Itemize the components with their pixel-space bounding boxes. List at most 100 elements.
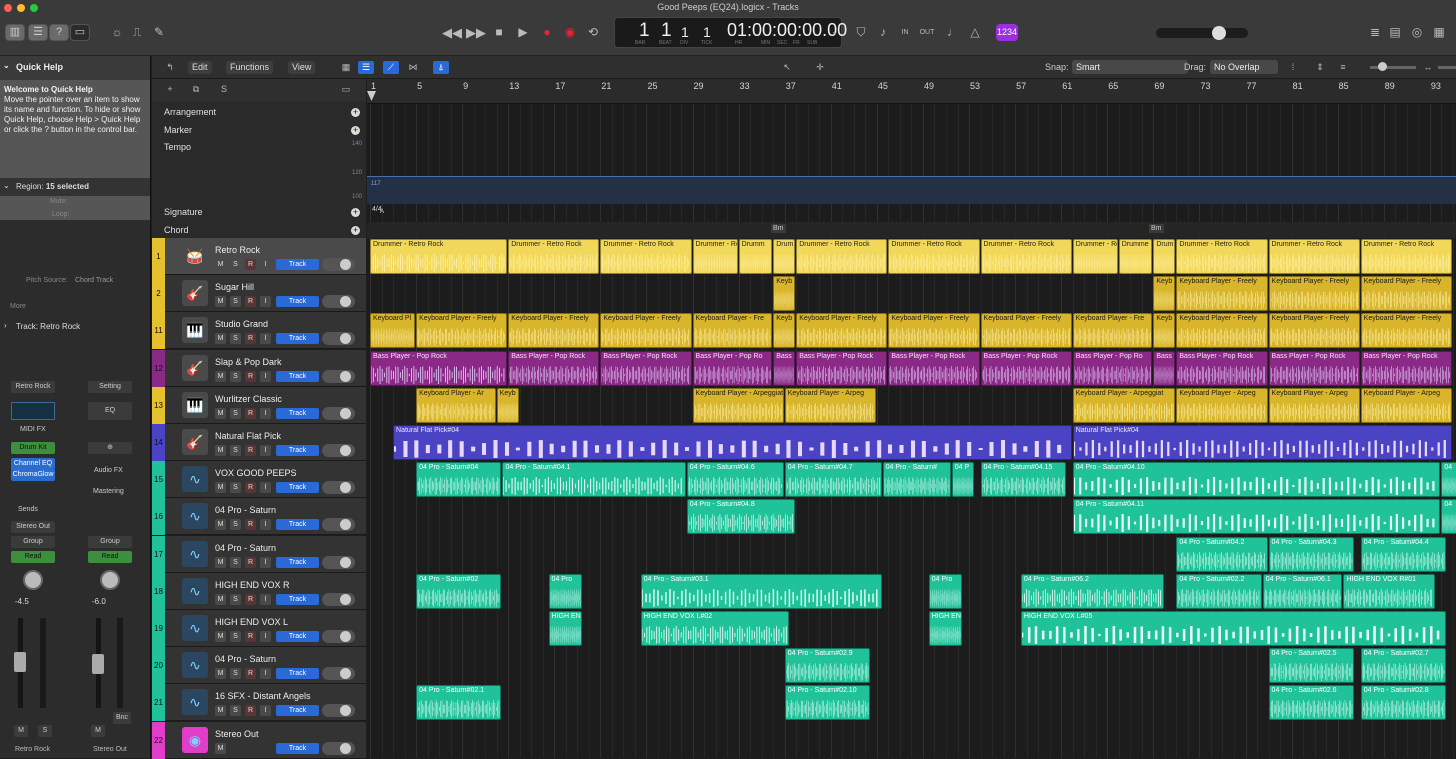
track-name[interactable]: HIGH END VOX L [215,617,288,627]
inspector-button[interactable]: ☰ [28,24,48,41]
region[interactable]: Drummer - Retro Rock [1176,239,1268,274]
record-enable-button[interactable]: R [245,407,256,419]
region[interactable]: Keyboard Player - Freely [980,313,1072,349]
more-label[interactable]: More [10,303,26,310]
tuner-button[interactable]: ♪ [874,24,892,41]
duplicate-track-icon[interactable]: ⧉ [188,83,204,96]
back-arrow-icon[interactable]: ↰ [162,61,178,74]
solo-button[interactable]: S [230,296,241,308]
pan-knob[interactable] [23,570,43,590]
track-zoom-icon[interactable]: ≡ [1335,61,1351,74]
waveform-zoom-icon[interactable]: ⁞ [1285,61,1301,74]
region[interactable]: Drummer - Retro Rock [1360,239,1452,274]
region[interactable]: Bass Player - Pop Rock [1268,350,1360,386]
mute-button[interactable]: M [215,742,226,754]
region[interactable]: Keyboard Pl [370,313,416,349]
bar-ruler[interactable]: 1 5 9 13 17 21 25 29 33 37 41 45 49 53 57 61 65 69 73 77 81 8… [367,79,1456,104]
low-latency-button[interactable]: △ [966,24,984,41]
snap-dropdown[interactable]: Smart [1072,60,1188,74]
link-icon[interactable]: ⊕ [88,442,132,454]
track-name[interactable]: Sugar Hill [215,282,254,292]
input-monitor-button[interactable]: I [260,370,271,382]
mute-button[interactable]: M [215,370,226,382]
solo-region-icon[interactable]: S [216,83,232,96]
mastering-label[interactable]: Mastering [93,488,124,495]
drag-dropdown[interactable]: No Overlap [1210,60,1278,74]
pan-value[interactable]: -4.5 [15,597,29,606]
marker-track-header[interactable]: Marker + [152,125,366,135]
loop-checkbox[interactable] [76,212,83,219]
track-mode-button[interactable]: Track [276,519,319,531]
track-header-row[interactable]: 11 🎹 Studio Grand M S R I Track [152,312,366,350]
region[interactable]: Keyboard Player - Arpeggiat [692,387,784,423]
record-enable-button[interactable]: R [245,556,256,568]
vertical-zoom-knob[interactable] [1378,62,1387,71]
plugin-slot-chromaglow[interactable]: ChromaGlow [11,469,55,481]
key-signature-badge[interactable]: 1234 [996,24,1018,41]
track-mode-button[interactable]: Track [276,445,319,456]
region[interactable]: 04 Pro - Saturn#02.1 [416,685,502,721]
region[interactable]: 04 Pro - Saturn#04.7 [784,462,882,498]
stop-button[interactable]: ■ [490,24,508,41]
output-slot[interactable]: Stereo Out [11,521,55,533]
region[interactable]: 04 Pro - Saturn#02 [416,573,502,609]
catch-icon[interactable]: ⍋ [433,61,449,74]
play-button[interactable]: ▶ [514,24,532,41]
region[interactable]: Bass Player - Pop Rock [600,350,692,386]
region[interactable]: Natural Flat Pick#04 [393,425,1072,460]
flex-icon[interactable]: ⋈ [405,61,421,74]
cycle-button[interactable]: ⟲ [584,24,602,41]
fast-forward-button[interactable]: ▶▶ [466,24,486,41]
region[interactable]: HIGH EN [928,611,963,646]
input-monitor-button[interactable]: I [260,519,271,531]
region[interactable]: Bass Player - Pop Ro [692,350,773,386]
region[interactable]: Keyboard Player - Freely [600,313,692,349]
audio-fx-label[interactable]: Audio FX [94,467,123,474]
track-name[interactable]: 04 Pro - Saturn [215,654,276,664]
input-monitor-button[interactable]: I [260,593,271,605]
track-on-toggle[interactable] [322,332,355,346]
region[interactable]: Keyboard Player - Freely [416,313,508,349]
track-on-toggle[interactable] [322,555,355,569]
vertical-zoom-slider[interactable] [1370,66,1416,69]
capture-record-button[interactable]: ◉ [561,24,579,41]
region[interactable]: 04 Pro - Saturn#02.7 [1360,648,1447,684]
region[interactable]: 04 Pro [548,573,583,609]
track-mode-button[interactable]: Track [276,482,319,494]
region[interactable]: 04 Pro - Saturn# [882,462,951,498]
solo-button[interactable]: S [230,593,241,605]
region[interactable]: Drumme [1118,239,1153,274]
region[interactable]: Keyboard Player - Freely [1176,313,1268,349]
region[interactable]: Natural Flat Pick#04 [1072,425,1452,460]
record-enable-button[interactable]: R [245,668,256,680]
track-name[interactable]: Studio Grand [215,319,268,329]
setting-button[interactable]: Retro Rock [11,381,55,393]
pan-value-output[interactable]: -6.0 [92,597,106,606]
group-slot-output[interactable]: Group [88,536,132,548]
tempo-track-header[interactable]: Tempo [152,142,366,152]
track-name[interactable]: Stereo Out [215,729,259,739]
track-on-toggle[interactable] [322,258,355,271]
region[interactable]: Drummer - Retro Rock [796,239,888,274]
track-name[interactable]: Slap & Pop Dark [215,357,282,367]
track-mode-button[interactable]: Track [276,742,319,754]
mute-button[interactable]: M [215,407,226,419]
region[interactable]: Keyboard Player - Arpeggiat [1072,387,1176,423]
add-signature-icon[interactable]: + [351,208,360,217]
input-monitor-button[interactable]: I [260,259,271,270]
region[interactable]: Keyboard Player - Ar [416,387,496,423]
region[interactable]: Bass Player - Pop Ro [1072,350,1153,386]
region[interactable]: 04 Pro - Saturn#04.11 [1072,499,1441,535]
track-name[interactable]: Retro Rock [215,245,260,255]
region[interactable]: Keyb [773,276,796,312]
mute-button[interactable]: M [215,519,226,531]
vertical-zoom-icon[interactable]: ⇕ [1312,61,1328,74]
mute-button[interactable]: M [215,482,226,494]
grid-view-icon[interactable]: ▦ [338,61,354,74]
volume-fader-output[interactable] [92,654,104,674]
region[interactable]: HIGH END VOX L#05 [1020,611,1447,646]
pointer-tool-icon[interactable]: ↖ [779,61,795,74]
region[interactable]: Drum [1153,239,1176,274]
region[interactable]: 04 Pro - Saturn#02.10 [784,685,871,721]
record-enable-button[interactable]: R [245,631,256,642]
